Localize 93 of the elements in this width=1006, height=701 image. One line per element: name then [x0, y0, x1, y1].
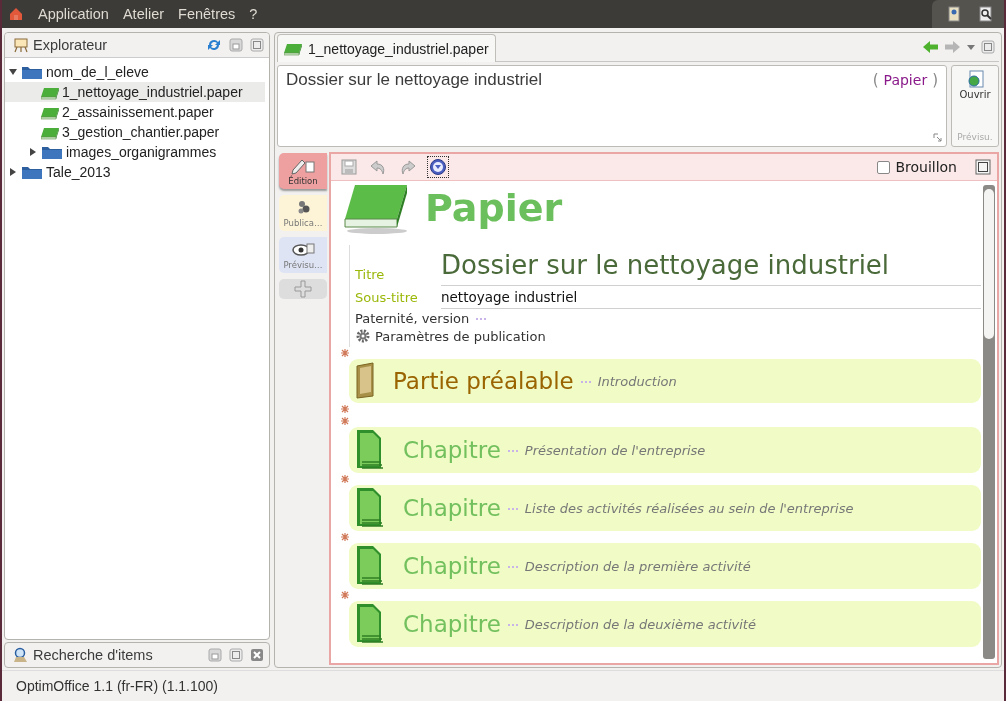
title-field[interactable]: Dossier sur le nettoyage industriel: [441, 245, 981, 286]
add-tab-button[interactable]: [279, 279, 327, 299]
side-tab[interactable]: Édition: [279, 153, 327, 189]
menu-item[interactable]: Application: [38, 6, 109, 22]
maximize-icon[interactable]: [975, 159, 991, 175]
panel-title: Recherche d'items: [33, 647, 153, 663]
section-title: Chapitre: [403, 437, 501, 463]
document-title: Dossier sur le nettoyage industriel: [286, 70, 543, 90]
undo-icon[interactable]: [369, 158, 387, 176]
scroll-thumb[interactable]: [984, 189, 994, 339]
gear-icon: [355, 328, 371, 344]
document-tab[interactable]: 1_nettoyage_industriel.paper: [277, 34, 496, 62]
book-icon: [284, 41, 302, 56]
insert-point-icon[interactable]: [341, 475, 349, 483]
section-block[interactable]: Chapitre Description de la deuxième activité: [349, 601, 981, 647]
tree-item[interactable]: Tale_2013: [5, 162, 265, 182]
more-marker[interactable]: [580, 379, 591, 383]
preview-label: Prévisu.: [957, 132, 993, 142]
tree-item[interactable]: 3_gestion_chantier.paper: [5, 122, 265, 142]
close-icon[interactable]: [250, 648, 264, 662]
insert-point-icon[interactable]: [341, 405, 349, 413]
document-search-icon[interactable]: [978, 6, 994, 22]
section-subtitle: Description de la deuxième activité: [524, 616, 756, 632]
tree-item[interactable]: 2_assainissement.paper: [5, 102, 265, 122]
panel-title: Explorateur: [33, 37, 108, 53]
bracket: ): [932, 71, 938, 89]
status-text: OptimOffice 1.1 (fr-FR) (1.1.100): [16, 678, 218, 694]
more-marker[interactable]: [507, 622, 518, 626]
pages-icon: [355, 428, 385, 472]
collapsed-arrow-icon[interactable]: [29, 148, 37, 156]
insert-point-icon[interactable]: [341, 591, 349, 599]
scrollbar[interactable]: [983, 185, 995, 659]
folder-icon: [21, 64, 43, 80]
section-block[interactable]: Chapitre Présentation de l'entreprise: [349, 427, 981, 473]
document-type-link[interactable]: Papier: [883, 72, 928, 88]
back-arrow-icon[interactable]: [922, 39, 939, 55]
field-label: Titre: [355, 267, 386, 284]
section-subtitle: Description de la première activité: [524, 558, 751, 574]
subtitle-field[interactable]: nettoyage industriel: [441, 286, 981, 309]
dropdown-circle-icon[interactable]: [429, 158, 447, 176]
tree-item[interactable]: 1_nettoyage_industriel.paper: [5, 82, 265, 102]
insert-point-icon[interactable]: [341, 533, 349, 541]
more-marker[interactable]: [476, 316, 487, 320]
document-icon: [355, 362, 375, 400]
open-button[interactable]: Ouvrir: [959, 70, 991, 100]
menu-item[interactable]: Atelier: [122, 6, 165, 22]
section-title: Partie préalable: [393, 368, 574, 394]
authorship-link[interactable]: Paternité, version: [355, 310, 470, 326]
side-tab[interactable]: Prévisu…: [279, 237, 327, 273]
save-icon[interactable]: [341, 159, 357, 175]
folder-icon: [21, 164, 43, 180]
section-block[interactable]: Chapitre Liste des activités réalisées au sein de l'entreprise: [349, 485, 981, 531]
refresh-icon[interactable]: [206, 37, 222, 53]
draft-checkbox[interactable]: Brouillon: [877, 159, 957, 175]
resize-icon[interactable]: [933, 133, 942, 142]
tree-item[interactable]: images_organigrammes: [5, 142, 265, 162]
tree-item[interactable]: nom_de_l_eleve: [5, 62, 265, 82]
menu-item[interactable]: Fenêtres: [178, 6, 236, 22]
more-marker[interactable]: [507, 448, 518, 452]
home-icon[interactable]: [8, 6, 24, 22]
more-marker[interactable]: [507, 564, 518, 568]
document-heading: Papier: [425, 186, 563, 230]
pages-icon: [355, 544, 385, 588]
pages-icon: [355, 486, 385, 530]
easel-icon: [13, 37, 29, 53]
side-tab[interactable]: Publica…: [279, 195, 327, 231]
section-title: Chapitre: [403, 611, 501, 637]
section-title: Chapitre: [403, 495, 501, 521]
field-label: Sous-titre: [355, 290, 419, 307]
redo-icon[interactable]: [399, 158, 417, 176]
section-subtitle: Liste des activités réalisées au sein de l'entreprise: [524, 500, 854, 516]
detach-icon[interactable]: [208, 648, 222, 662]
publication-settings-link[interactable]: Paramètres de publication: [375, 328, 546, 344]
section-title: Chapitre: [403, 553, 501, 579]
expanded-arrow-icon[interactable]: [9, 68, 17, 76]
more-marker[interactable]: [507, 506, 518, 510]
pages-icon: [355, 602, 385, 646]
globe-document-icon: [966, 70, 984, 88]
folder-icon: [41, 144, 63, 160]
bracket: (: [872, 71, 879, 89]
plus-icon: [294, 280, 312, 298]
section-block[interactable]: Partie préalable Introduction: [349, 359, 981, 403]
section-subtitle: Présentation de l'entreprise: [524, 442, 706, 458]
section-block[interactable]: Chapitre Description de la première activité: [349, 543, 981, 589]
collapsed-arrow-icon[interactable]: [9, 168, 17, 176]
menu-item[interactable]: ?: [249, 6, 258, 22]
section-subtitle: Introduction: [597, 373, 677, 389]
eye-icon: [291, 240, 315, 259]
forward-arrow-icon[interactable]: [944, 39, 961, 55]
insert-point-icon[interactable]: [341, 417, 349, 425]
insert-point-icon[interactable]: [341, 349, 349, 357]
detach-icon[interactable]: [229, 38, 243, 52]
dropdown-icon[interactable]: [966, 43, 976, 51]
